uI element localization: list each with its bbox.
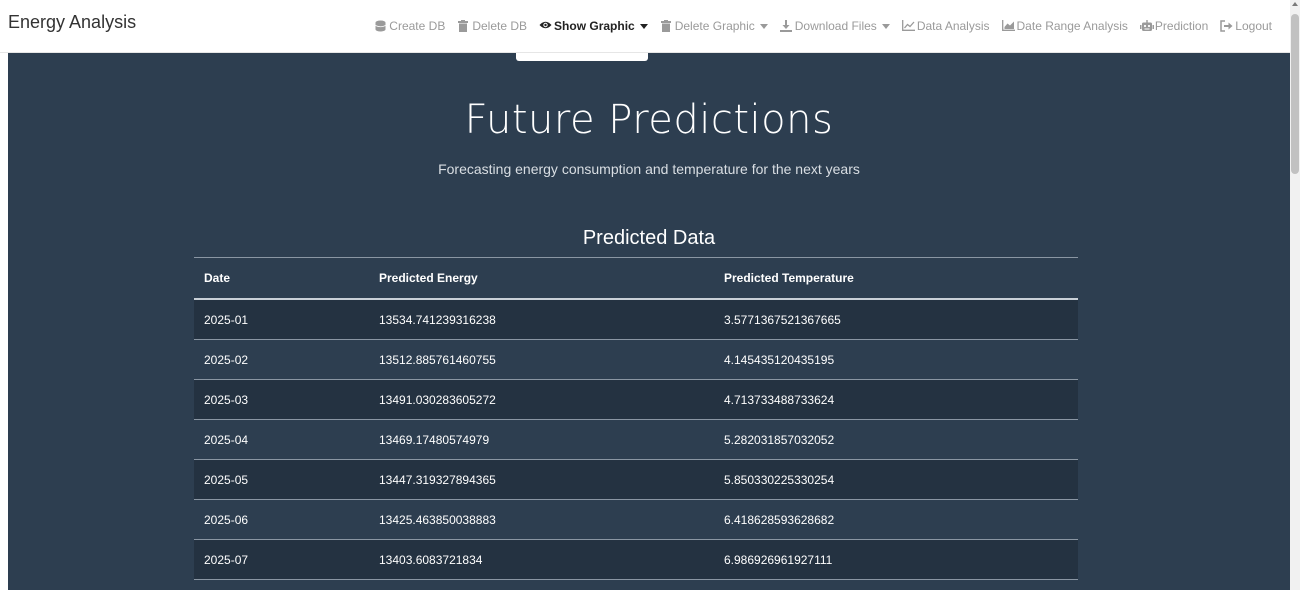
nav-delete-db-label: Delete DB [472, 19, 528, 33]
nav-date-range-analysis[interactable]: Date Range Analysis [1001, 19, 1128, 33]
cell-temperature: 4.713733488733624 [714, 379, 1078, 420]
nav-delete-graphic-label: Delete Graphic [674, 19, 755, 33]
eye-icon [539, 20, 552, 32]
page-scrollbar[interactable] [1290, 0, 1300, 590]
cell-date: 2025-04 [194, 419, 369, 460]
sign-out-icon [1220, 20, 1233, 32]
cell-energy: 13403.6083721834 [369, 539, 714, 580]
chevron-down-icon [639, 23, 648, 29]
column-header-date: Date [194, 257, 369, 300]
trash-icon [660, 20, 672, 32]
top-navbar: Energy Analysis Create DB Delete DB Show… [0, 0, 1290, 53]
cell-date: 2025-01 [194, 299, 369, 340]
nav-delete-db[interactable]: Delete DB [457, 19, 527, 33]
nav-logout-label: Logout [1235, 19, 1272, 33]
chevron-down-icon [759, 23, 768, 29]
nav-create-db-label: Create DB [389, 19, 446, 33]
page-subtitle: Forecasting energy consumption and tempe… [438, 161, 860, 177]
table-row: 2025-04 13469.17480574979 5.282031857032… [194, 419, 1078, 460]
cell-energy: 13447.319327894365 [369, 459, 714, 500]
cell-temperature: 5.282031857032052 [714, 419, 1078, 460]
cell-temperature: 4.145435120435195 [714, 339, 1078, 380]
table-row: 2025-06 13425.463850038883 6.41862859362… [194, 499, 1078, 540]
cell-energy: 13469.17480574979 [369, 419, 714, 460]
cell-energy: 13425.463850038883 [369, 499, 714, 540]
scrollbar-thumb[interactable] [1291, 14, 1299, 174]
nav-show-graphic-label: Show Graphic [554, 19, 635, 33]
section-title: Predicted Data [582, 227, 716, 249]
nav-prediction-label: Prediction [1154, 19, 1209, 33]
cell-temperature: 6.986926961927111 [714, 539, 1078, 580]
nav-logout[interactable]: Logout [1220, 19, 1272, 33]
cell-date: 2025-07 [194, 539, 369, 580]
nav-date-range-analysis-label: Date Range Analysis [1016, 19, 1128, 33]
table-row: 2025-02 13512.885761460755 4.14543512043… [194, 339, 1078, 380]
nav-data-analysis[interactable]: Data Analysis [901, 19, 990, 33]
database-icon [374, 20, 386, 32]
table-row: 2025-01 13534.741239316238 3.57713675213… [194, 299, 1078, 340]
cell-date: 2025-02 [194, 339, 369, 380]
main-panel: Future Predictions Forecasting energy co… [8, 53, 1290, 590]
cell-energy: 13534.741239316238 [369, 299, 714, 340]
table-header-row: Date Predicted Energy Predicted Temperat… [194, 257, 1078, 300]
nav-prediction[interactable]: Prediction [1139, 19, 1209, 33]
page-title: Future Predictions [464, 97, 834, 143]
cell-date: 2025-05 [194, 459, 369, 500]
cell-energy: 13512.885761460755 [369, 339, 714, 380]
cell-date: 2025-06 [194, 499, 369, 540]
cell-temperature: 5.850330225330254 [714, 459, 1078, 500]
robot-icon [1139, 20, 1154, 32]
nav-download-files-label: Download Files [794, 19, 877, 33]
scroll-up-icon[interactable] [1292, 2, 1298, 6]
predictions-table: Date Predicted Energy Predicted Temperat… [194, 257, 1078, 580]
area-chart-icon [1001, 20, 1015, 32]
nav-data-analysis-label: Data Analysis [916, 19, 990, 33]
cell-energy: 13491.030283605272 [369, 379, 714, 420]
nav-create-db[interactable]: Create DB [374, 19, 445, 33]
download-icon [779, 20, 792, 32]
nav-show-graphic[interactable]: Show Graphic [539, 19, 648, 33]
dropdown-menu-edge [516, 53, 648, 61]
cell-temperature: 6.418628593628682 [714, 499, 1078, 540]
column-header-energy: Predicted Energy [369, 257, 714, 300]
brand-logo[interactable]: Energy Analysis [8, 12, 136, 33]
table-row: 2025-05 13447.319327894365 5.85033022533… [194, 459, 1078, 500]
line-chart-icon [901, 20, 915, 32]
chevron-down-icon [881, 23, 890, 29]
cell-temperature: 3.5771367521367665 [714, 299, 1078, 340]
table-row: 2025-07 13403.6083721834 6.9869269619271… [194, 539, 1078, 580]
nav-menu: Create DB Delete DB Show Graphic Delete … [374, 0, 1272, 52]
cell-date: 2025-03 [194, 379, 369, 420]
table-row: 2025-03 13491.030283605272 4.71373348873… [194, 379, 1078, 420]
nav-download-files[interactable]: Download Files [779, 19, 890, 33]
trash-icon [457, 20, 469, 32]
nav-delete-graphic[interactable]: Delete Graphic [660, 19, 768, 33]
column-header-temperature: Predicted Temperature [714, 257, 1078, 300]
